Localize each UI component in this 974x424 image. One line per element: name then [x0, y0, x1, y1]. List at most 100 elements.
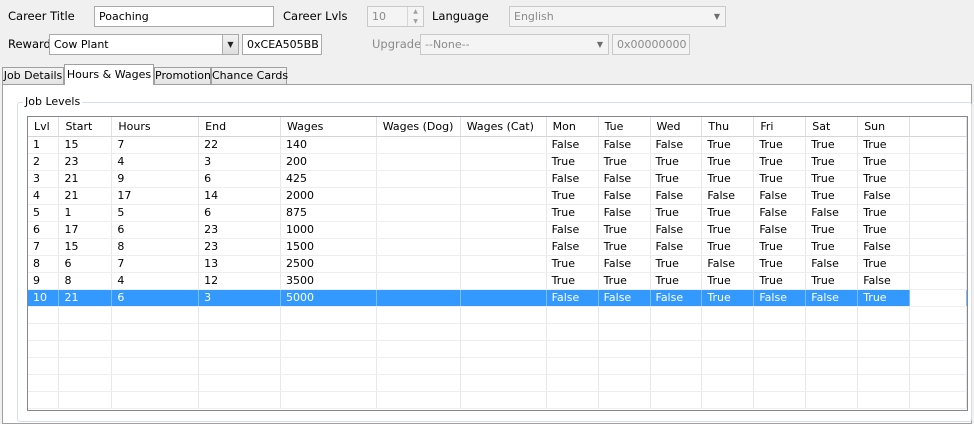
- table-cell[interactable]: 3: [28, 170, 60, 188]
- table-cell[interactable]: [460, 170, 547, 188]
- table-cell[interactable]: 6: [198, 204, 281, 222]
- table-cell[interactable]: True: [546, 204, 599, 222]
- column-header[interactable]: Wages (Dog): [376, 117, 461, 137]
- table-cell[interactable]: 1000: [280, 221, 377, 239]
- table-cell[interactable]: False: [701, 255, 755, 273]
- column-header[interactable]: Mon: [546, 117, 599, 137]
- table-cell[interactable]: 9: [111, 170, 200, 188]
- table-row[interactable]: 2 23 4 3 200 True True True True True True True: [28, 153, 967, 171]
- table-cell[interactable]: 1: [28, 136, 60, 154]
- table-row[interactable]: 6 17 6 23 1000 False True False True False True Tru…: [28, 221, 967, 239]
- table-cell[interactable]: False: [753, 187, 807, 205]
- table-cell[interactable]: 23: [198, 238, 281, 256]
- column-header[interactable]: Tue: [598, 117, 651, 137]
- table-cell[interactable]: True: [650, 153, 703, 171]
- table-cell[interactable]: True: [857, 289, 911, 307]
- table-cell[interactable]: [376, 204, 461, 222]
- table-row[interactable]: 8 6 7 13 2500 True False True False True False True: [28, 255, 967, 273]
- table-cell[interactable]: False: [805, 255, 859, 273]
- table-cell[interactable]: 5: [111, 204, 200, 222]
- table-cell[interactable]: 21: [58, 187, 113, 205]
- table-cell[interactable]: False: [753, 221, 807, 239]
- tab-hours-wages[interactable]: Hours & Wages: [64, 64, 154, 85]
- table-cell[interactable]: 2000: [280, 187, 377, 205]
- table-cell[interactable]: 8: [111, 238, 200, 256]
- table-cell[interactable]: False: [857, 238, 911, 256]
- table-cell[interactable]: False: [650, 289, 703, 307]
- table-cell[interactable]: 6: [58, 255, 113, 273]
- table-cell[interactable]: True: [805, 272, 859, 290]
- table-cell[interactable]: True: [753, 255, 807, 273]
- table-cell[interactable]: False: [857, 272, 911, 290]
- table-cell[interactable]: [460, 204, 547, 222]
- table-cell[interactable]: [460, 221, 547, 239]
- table-cell[interactable]: 7: [111, 255, 200, 273]
- table-cell[interactable]: True: [753, 153, 807, 171]
- chevron-down-icon[interactable]: ▼: [222, 35, 238, 54]
- table-cell[interactable]: False: [857, 187, 911, 205]
- table-cell[interactable]: True: [701, 272, 755, 290]
- table-cell[interactable]: True: [701, 238, 755, 256]
- table-cell[interactable]: True: [753, 272, 807, 290]
- table-cell[interactable]: 6: [111, 221, 200, 239]
- table-cell[interactable]: 7: [111, 136, 200, 154]
- table-cell[interactable]: True: [753, 136, 807, 154]
- table-cell[interactable]: True: [805, 136, 859, 154]
- table-cell[interactable]: True: [753, 238, 807, 256]
- table-cell[interactable]: 3: [198, 289, 281, 307]
- column-header[interactable]: Sun: [857, 117, 911, 137]
- table-cell[interactable]: True: [598, 238, 651, 256]
- table-cell[interactable]: 200: [280, 153, 377, 171]
- table-row[interactable]: 5 1 5 6 875 True False True True False False True: [28, 204, 967, 222]
- table-cell[interactable]: True: [650, 170, 703, 188]
- table-cell[interactable]: 3500: [280, 272, 377, 290]
- career-title-input[interactable]: Poaching: [94, 6, 274, 27]
- table-cell[interactable]: [376, 153, 461, 171]
- table-cell[interactable]: False: [701, 187, 755, 205]
- column-header[interactable]: Lvl: [28, 117, 60, 137]
- table-cell[interactable]: True: [857, 136, 911, 154]
- table-cell[interactable]: True: [650, 204, 703, 222]
- table-cell[interactable]: 425: [280, 170, 377, 188]
- table-cell[interactable]: 23: [58, 153, 113, 171]
- table-cell[interactable]: True: [650, 272, 703, 290]
- column-header[interactable]: End: [198, 117, 281, 137]
- table-cell[interactable]: [460, 136, 547, 154]
- table-cell[interactable]: True: [701, 221, 755, 239]
- table-cell[interactable]: True: [650, 255, 703, 273]
- reward-hex-input[interactable]: 0xCEA505BB: [242, 34, 322, 55]
- table-cell[interactable]: False: [598, 204, 651, 222]
- table-cell[interactable]: True: [701, 136, 755, 154]
- table-cell[interactable]: 21: [58, 170, 113, 188]
- table-cell[interactable]: False: [546, 136, 599, 154]
- table-cell[interactable]: [460, 238, 547, 256]
- table-row[interactable]: 3 21 9 6 425 False False True True True True True: [28, 170, 967, 188]
- table-cell[interactable]: [460, 289, 547, 307]
- table-cell[interactable]: 5000: [280, 289, 377, 307]
- table-cell[interactable]: 5: [28, 204, 60, 222]
- table-cell[interactable]: 23: [198, 221, 281, 239]
- table-cell[interactable]: 2500: [280, 255, 377, 273]
- table-cell[interactable]: [376, 238, 461, 256]
- table-cell[interactable]: True: [701, 170, 755, 188]
- reward-select[interactable]: Cow Plant ▼: [49, 34, 239, 55]
- table-cell[interactable]: True: [546, 255, 599, 273]
- table-cell[interactable]: [376, 289, 461, 307]
- table-cell[interactable]: False: [650, 238, 703, 256]
- table-cell[interactable]: True: [805, 187, 859, 205]
- table-cell[interactable]: [376, 136, 461, 154]
- table-cell[interactable]: [460, 187, 547, 205]
- tab-promotion[interactable]: Promotion: [154, 67, 211, 84]
- tab-chance-cards[interactable]: Chance Cards: [211, 67, 288, 84]
- table-cell[interactable]: True: [857, 221, 911, 239]
- table-cell[interactable]: False: [598, 170, 651, 188]
- table-cell[interactable]: True: [857, 204, 911, 222]
- table-cell[interactable]: 13: [198, 255, 281, 273]
- table-cell[interactable]: True: [598, 272, 651, 290]
- table-cell[interactable]: 2: [28, 153, 60, 171]
- table-row[interactable]: 9 8 4 12 3500 True True True True True True False: [28, 272, 967, 290]
- table-cell[interactable]: False: [650, 136, 703, 154]
- table-cell[interactable]: True: [805, 170, 859, 188]
- table-cell[interactable]: 14: [198, 187, 281, 205]
- table-cell[interactable]: True: [857, 255, 911, 273]
